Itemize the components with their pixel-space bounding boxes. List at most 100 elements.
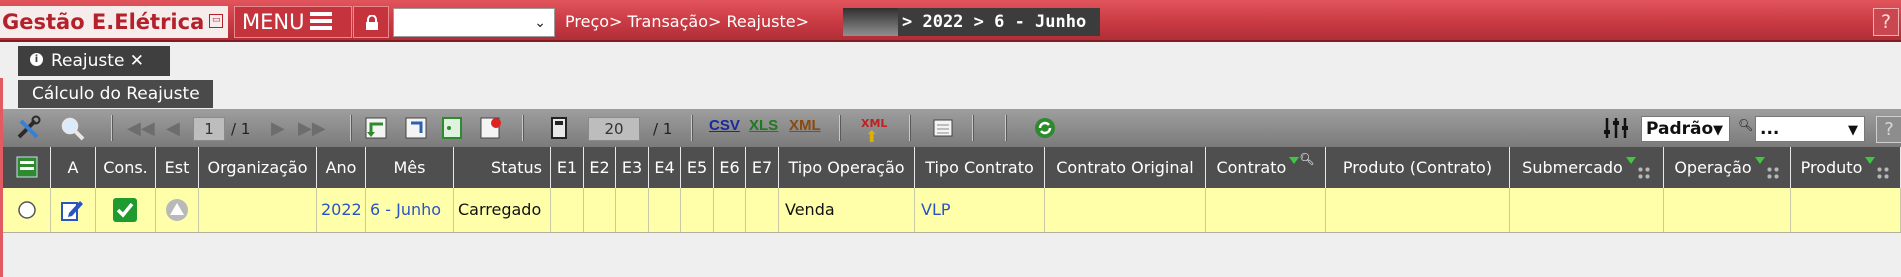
- checkbox-checked-icon[interactable]: [112, 197, 138, 223]
- column-header-submercado[interactable]: Submercado: [1510, 147, 1664, 188]
- view-select[interactable]: Padrão ▼: [1641, 116, 1730, 142]
- toolbar-separator: [350, 115, 352, 141]
- tab-reajuste[interactable]: i Reajuste ✕: [18, 46, 170, 76]
- row-contrato: [1206, 188, 1326, 232]
- row-tipo-operacao: Venda: [779, 188, 915, 232]
- row-submercado: [1510, 188, 1664, 232]
- column-header-a[interactable]: A: [51, 147, 96, 188]
- refresh-icon[interactable]: [1031, 115, 1059, 141]
- next-page-icon[interactable]: ▶: [271, 117, 285, 141]
- row-mes[interactable]: 6 - Junho: [366, 188, 454, 232]
- row-status-icon-cell: [156, 188, 199, 232]
- import-icon[interactable]: [363, 115, 391, 141]
- column-header-select[interactable]: [3, 147, 51, 188]
- column-header-produto[interactable]: Produto: [1791, 147, 1901, 188]
- row-status: Carregado: [454, 188, 551, 232]
- app-title[interactable]: Gestão E.Elétrica ▭: [0, 6, 228, 38]
- column-header-e6[interactable]: E6: [714, 147, 746, 188]
- row-tipo-contrato[interactable]: VLP: [915, 188, 1045, 232]
- table-row[interactable]: 2022 6 - Junho Carregado Venda VLP: [3, 188, 1901, 233]
- lock-icon: [366, 15, 378, 30]
- row-e1: [551, 188, 584, 232]
- row-radio[interactable]: [17, 200, 37, 220]
- row-contrato-original: [1045, 188, 1206, 232]
- column-header-operacao[interactable]: Operação: [1664, 147, 1791, 188]
- filter-icon[interactable]: [1289, 157, 1300, 164]
- column-header-organizacao[interactable]: Organização: [199, 147, 317, 188]
- column-header-est[interactable]: Est: [156, 147, 199, 188]
- column-header-contrato-label: Contrato: [1216, 158, 1287, 177]
- document-icon[interactable]: [439, 115, 467, 141]
- last-page-icon[interactable]: ▶▶: [298, 117, 326, 141]
- row-e2: [584, 188, 616, 232]
- column-header-e7[interactable]: E7: [746, 147, 779, 188]
- breadcrumb[interactable]: Preço> Transação> Reajuste>: [565, 9, 809, 35]
- edit-icon[interactable]: [60, 198, 84, 222]
- drag-handle-icon[interactable]: [1876, 165, 1891, 180]
- filter-icon[interactable]: [1754, 157, 1765, 164]
- toolbar-separator: [1005, 115, 1007, 141]
- search-icon[interactable]: 🔍︎: [1299, 152, 1314, 166]
- page-size-input[interactable]: 20: [588, 117, 640, 141]
- column-header-cons[interactable]: Cons.: [96, 147, 156, 188]
- page-size-total: / 1: [653, 120, 673, 138]
- reajuste-panel: Cálculo do Reajuste ◀◀ ◀ 1 / 1 ▶ ▶▶ 20 /…: [0, 78, 1901, 277]
- menu-button[interactable]: MENU: [234, 6, 352, 38]
- column-header-contrato[interactable]: Contrato 🔍︎: [1206, 147, 1326, 188]
- filter-icon[interactable]: [1865, 157, 1876, 164]
- row-e6: [714, 188, 746, 232]
- toolbar-help-button[interactable]: ?: [1876, 116, 1901, 143]
- csv-export-button[interactable]: CSV: [709, 117, 740, 134]
- column-header-operacao-label: Operação: [1674, 158, 1752, 177]
- xls-export-button[interactable]: XLS: [749, 117, 778, 134]
- column-header-mes[interactable]: Mês: [366, 147, 454, 188]
- export-icon[interactable]: [403, 115, 431, 141]
- view-select-value: Padrão: [1646, 119, 1714, 139]
- tab-row: i Reajuste ✕: [0, 42, 1901, 78]
- row-e3: [616, 188, 649, 232]
- sliders-icon[interactable]: [1601, 115, 1631, 141]
- search-icon[interactable]: [59, 115, 87, 141]
- prev-page-icon[interactable]: ◀: [166, 117, 180, 141]
- page-current-input[interactable]: 1: [193, 117, 225, 141]
- row-produto-contrato: [1326, 188, 1510, 232]
- column-header-e3[interactable]: E3: [616, 147, 649, 188]
- info-icon: i: [30, 52, 43, 66]
- tools-icon[interactable]: [15, 115, 43, 141]
- chevron-down-icon: ▼: [1713, 123, 1723, 138]
- calculator-icon[interactable]: [545, 115, 573, 141]
- grid-toolbar: ◀◀ ◀ 1 / 1 ▶ ▶▶ 20 / 1 CSV XLS XML XML ⬆: [3, 109, 1901, 147]
- row-consolidated-cell: [96, 188, 156, 232]
- column-header-e4[interactable]: E4: [649, 147, 681, 188]
- top-bar: Gestão E.Elétrica ▭ MENU ⌄ Preço> Transaç…: [0, 0, 1901, 42]
- column-header-contrato-original[interactable]: Contrato Original: [1045, 147, 1206, 188]
- column-header-status[interactable]: Status: [454, 147, 551, 188]
- filter-icon[interactable]: [1625, 157, 1636, 164]
- menu-label: MENU: [242, 10, 305, 34]
- column-header-e2[interactable]: E2: [584, 147, 616, 188]
- minimize-icon[interactable]: ▭: [209, 14, 224, 28]
- chevron-down-icon: ▼: [1848, 123, 1858, 138]
- xml-export-button[interactable]: XML: [789, 117, 821, 134]
- first-page-icon[interactable]: ◀◀: [127, 117, 155, 141]
- filter-select[interactable]: ... ▼: [1755, 116, 1865, 142]
- column-header-e5[interactable]: E5: [681, 147, 714, 188]
- row-operacao: [1664, 188, 1791, 232]
- key-icon: 🔍︎: [1738, 118, 1754, 132]
- context-select[interactable]: ⌄: [393, 8, 555, 37]
- row-select-cell: [3, 188, 51, 232]
- column-header-tipo-contrato[interactable]: Tipo Contrato: [915, 147, 1045, 188]
- drag-handle-icon[interactable]: [1765, 165, 1780, 180]
- drag-handle-icon[interactable]: [1636, 165, 1651, 180]
- lock-button[interactable]: [353, 6, 389, 38]
- column-header-produto-contrato[interactable]: Produto (Contrato): [1326, 147, 1510, 188]
- report-icon[interactable]: [477, 115, 505, 141]
- row-ano[interactable]: 2022: [317, 188, 366, 232]
- column-header-e1[interactable]: E1: [551, 147, 584, 188]
- tab-reajuste-label: Reajuste ✕: [51, 51, 145, 71]
- column-header-ano[interactable]: Ano: [317, 147, 366, 188]
- help-button[interactable]: ?: [1873, 8, 1899, 36]
- columns-icon[interactable]: [929, 115, 957, 141]
- breadcrumb-period[interactable]: > 2022 > 6 - Junho: [898, 8, 1100, 36]
- column-header-tipo-operacao[interactable]: Tipo Operação: [779, 147, 915, 188]
